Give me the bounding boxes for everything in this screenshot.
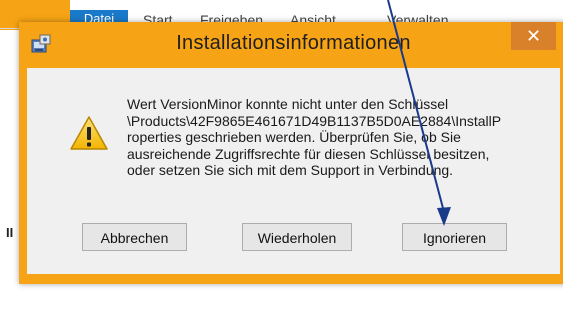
dialog-titlebar[interactable]: Installationsinformationen ✕ — [19, 22, 563, 68]
dialog-title: Installationsinformationen — [176, 32, 411, 54]
close-button[interactable]: ✕ — [511, 22, 556, 50]
close-icon: ✕ — [525, 26, 542, 46]
error-message: Wert VersionMinor konnte nicht unter den… — [127, 96, 502, 178]
ignorieren-button[interactable]: Ignorieren — [402, 223, 507, 251]
installation-dialog: Installationsinformationen ✕ Wert Versio… — [19, 22, 563, 284]
background-text-fragment: II — [6, 225, 14, 240]
abbrechen-button[interactable]: Abbrechen — [82, 223, 187, 251]
warning-icon — [69, 115, 109, 151]
wiederholen-button[interactable]: Wiederholen — [242, 223, 352, 251]
dialog-body: Wert VersionMinor konnte nicht unter den… — [27, 68, 560, 274]
